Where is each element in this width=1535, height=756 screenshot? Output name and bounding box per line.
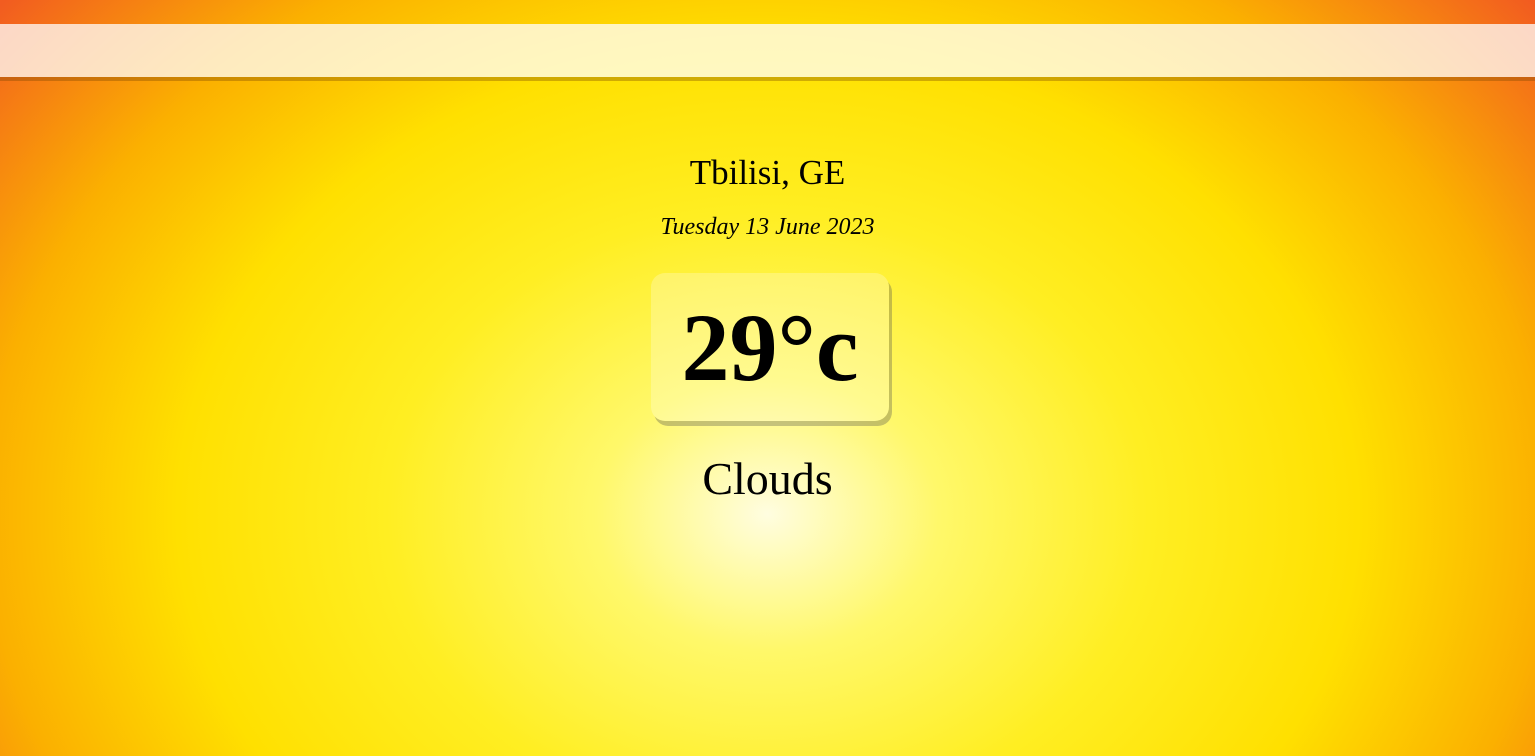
date-label: Tuesday 13 June 2023 (660, 214, 875, 240)
temperature-box: 29°c (651, 273, 889, 421)
temperature-value: 29°c (681, 293, 859, 401)
weather-condition: Clouds (702, 453, 833, 504)
location-label: Tbilisi, GE (689, 153, 846, 192)
search-input[interactable] (0, 24, 1535, 77)
